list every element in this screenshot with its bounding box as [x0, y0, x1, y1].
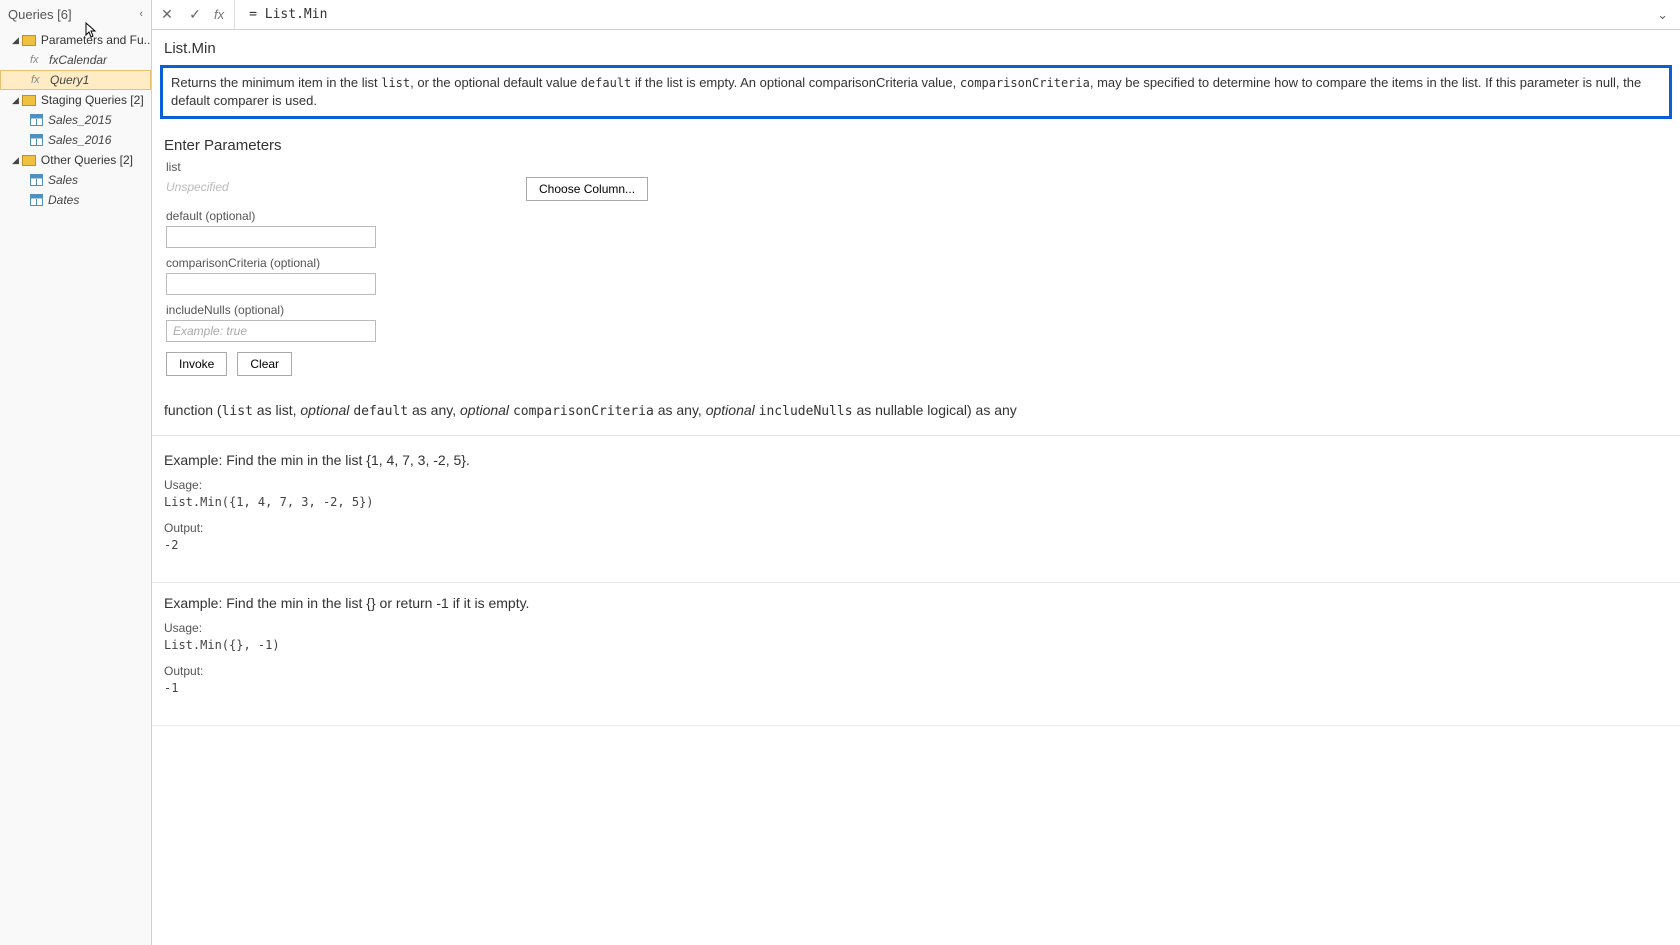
item-label: fxCalendar	[49, 53, 107, 67]
usage-label: Usage:	[164, 478, 1668, 492]
content-area: List.Min Returns the minimum item in the…	[152, 30, 1680, 945]
group-label: Other Queries [2]	[41, 153, 133, 167]
invoke-button[interactable]: Invoke	[166, 352, 227, 376]
table-icon	[30, 134, 43, 146]
table-icon	[30, 174, 43, 186]
cancel-formula-button[interactable]: ✕	[158, 6, 176, 24]
commit-formula-button[interactable]: ✓	[186, 6, 204, 24]
chevron-down-icon: ◢	[12, 35, 19, 46]
item-label: Dates	[48, 193, 79, 207]
clear-button[interactable]: Clear	[237, 352, 292, 376]
choose-column-button[interactable]: Choose Column...	[526, 177, 648, 201]
example-title: Example: Find the min in the list {} or …	[164, 595, 1668, 611]
sidebar-title: Queries [6]	[8, 7, 72, 22]
output-label: Output:	[164, 664, 1668, 678]
param-label-includenulls: includeNulls (optional)	[166, 303, 1668, 317]
query-tree: ◢ Parameters and Fu... fx fxCalendar fx …	[0, 28, 151, 210]
enter-parameters-title: Enter Parameters	[152, 131, 1680, 160]
tree-item-sales2016[interactable]: Sales_2016	[0, 130, 151, 150]
example-block-1: Example: Find the min in the list {1, 4,…	[152, 440, 1680, 583]
item-label: Query1	[50, 73, 89, 87]
folder-icon	[22, 95, 36, 106]
queries-sidebar: Queries [6] ‹ ◢ Parameters and Fu... fx …	[0, 0, 152, 945]
tree-item-query1[interactable]: fx Query1	[0, 70, 151, 90]
formula-input[interactable]	[243, 5, 1641, 24]
chevron-down-icon: ◢	[12, 95, 19, 106]
item-label: Sales_2016	[48, 133, 111, 147]
usage-code: List.Min({}, -1)	[164, 638, 1668, 652]
output-code: -1	[164, 681, 1668, 695]
function-name: List.Min	[152, 34, 1680, 65]
usage-label: Usage:	[164, 621, 1668, 635]
default-input[interactable]	[166, 226, 376, 248]
param-label-default: default (optional)	[166, 209, 1668, 223]
group-label: Staging Queries [2]	[41, 93, 144, 107]
chevron-down-icon: ◢	[12, 155, 19, 166]
folder-icon	[22, 155, 36, 166]
comparison-criteria-input[interactable]	[166, 273, 376, 295]
tree-group-other[interactable]: ◢ Other Queries [2]	[0, 150, 151, 170]
tree-item-dates[interactable]: Dates	[0, 190, 151, 210]
example-title: Example: Find the min in the list {1, 4,…	[164, 452, 1668, 468]
table-icon	[30, 194, 43, 206]
usage-code: List.Min({1, 4, 7, 3, -2, 5})	[164, 495, 1668, 509]
expand-formula-icon[interactable]: ⌄	[1651, 7, 1674, 23]
formula-input-wrap	[234, 0, 1641, 29]
list-unspecified: Unspecified	[166, 177, 516, 194]
item-label: Sales	[48, 173, 78, 187]
fx-icon: fx	[31, 74, 45, 86]
include-nulls-input[interactable]	[166, 320, 376, 342]
example-block-2: Example: Find the min in the list {} or …	[152, 583, 1680, 726]
output-code: -2	[164, 538, 1668, 552]
folder-icon	[22, 35, 36, 46]
group-label: Parameters and Fu...	[41, 33, 151, 47]
item-label: Sales_2015	[48, 113, 111, 127]
param-label-comparison: comparisonCriteria (optional)	[166, 256, 1668, 270]
function-signature: function (list as list, optional default…	[152, 386, 1680, 436]
collapse-sidebar-icon[interactable]: ‹	[139, 8, 143, 20]
fx-icon: fx	[30, 54, 44, 66]
table-icon	[30, 114, 43, 126]
tree-item-sales[interactable]: Sales	[0, 170, 151, 190]
output-label: Output:	[164, 521, 1668, 535]
parameters-form: list Unspecified Choose Column... defaul…	[152, 160, 1680, 386]
tree-item-sales2015[interactable]: Sales_2015	[0, 110, 151, 130]
sidebar-header: Queries [6] ‹	[0, 0, 151, 28]
formula-bar: ✕ ✓ fx ⌄	[152, 0, 1680, 30]
param-label-list: list	[166, 160, 1668, 174]
fx-icon: fx	[214, 7, 224, 22]
main-panel: ✕ ✓ fx ⌄ List.Min Returns the minimum it…	[152, 0, 1680, 945]
tree-group-staging[interactable]: ◢ Staging Queries [2]	[0, 90, 151, 110]
tree-group-parameters[interactable]: ◢ Parameters and Fu...	[0, 30, 151, 50]
function-description: Returns the minimum item in the list lis…	[160, 65, 1672, 119]
tree-item-fxcalendar[interactable]: fx fxCalendar	[0, 50, 151, 70]
